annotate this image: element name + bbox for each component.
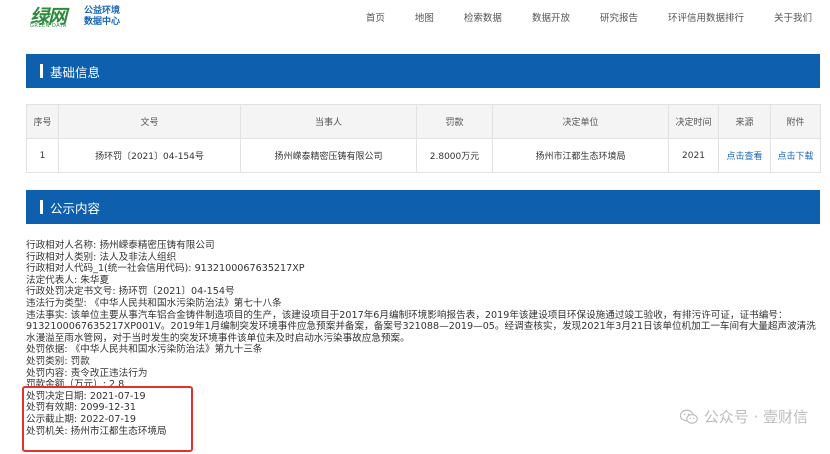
detail-penalty-content: 处罚内容: 责令改正违法行为 — [26, 367, 148, 379]
nav-map[interactable]: 地图 — [415, 10, 434, 24]
penalty-table: 序号 文号 当事人 罚款 决定单位 决定时间 来源 附件 1 扬环罚〔2021〕… — [26, 104, 821, 173]
nav-eia-ranking[interactable]: 环评信用数据排行 — [668, 10, 744, 24]
detail-decision-doc-no: 行政处罚决定书文号: 扬环罚〔2021〕04-154号 — [26, 286, 235, 298]
cell-index: 1 — [26, 138, 59, 173]
section-marker — [40, 200, 43, 214]
detail-legal-rep: 法定代表人: 朱华夏 — [26, 274, 110, 286]
watermark: 公众号 · 壹财信 — [679, 406, 808, 427]
cell-authority: 扬州市江都生态环境局 — [492, 138, 669, 173]
nav-about[interactable]: 关于我们 — [774, 10, 812, 24]
col-header-source: 来源 — [718, 104, 771, 139]
highlight-box — [22, 386, 193, 452]
nav-home[interactable]: 首页 — [366, 10, 385, 24]
cell-doc-no: 扬环罚〔2021〕04-154号 — [58, 138, 241, 173]
detail-violation-type: 违法行为类型: 《中华人民共和国水污染防治法》第七十八条 — [26, 297, 282, 309]
cell-fine: 2.8000万元 — [416, 138, 493, 173]
detail-penalty-basis: 处罚依据: 《中华人民共和国水污染防治法》第九十三条 — [26, 344, 263, 356]
watermark-text: 公众号 · 壹财信 — [703, 408, 808, 426]
logo-line-1: 公益环境 — [84, 6, 121, 16]
basic-info-section-header: 基础信息 — [26, 54, 820, 88]
detail-party-type: 行政相对人类别: 法人及非法人组织 — [26, 251, 177, 263]
nav-search-data[interactable]: 检索数据 — [464, 10, 502, 24]
detail-penalty-category: 处罚类别: 罚款 — [26, 355, 90, 367]
cell-date: 2021 — [668, 138, 719, 173]
section-marker — [40, 64, 43, 78]
logo-mark: 绿网 GREEN DATA — [30, 5, 78, 29]
col-header-attachment: 附件 — [770, 104, 821, 139]
col-header-party: 当事人 — [240, 104, 417, 139]
detail-violation-facts: 违法事实: 该单位主要从事汽车铝合金铸件制造项目的生产，该建设项目于2017年6… — [26, 309, 816, 344]
detail-party-name: 行政相对人名称: 扬州嵘泰精密压铸有限公司 — [26, 240, 215, 251]
wechat-icon — [679, 409, 698, 424]
main-nav: 首页 地图 检索数据 数据开放 研究报告 环评信用数据排行 关于我们 — [336, 0, 812, 34]
col-header-fine: 罚款 — [416, 104, 493, 139]
col-header-index: 序号 — [26, 104, 59, 139]
public-content-title: 公示内容 — [50, 200, 101, 216]
col-header-date: 决定时间 — [668, 104, 719, 139]
site-logo[interactable]: 绿网 GREEN DATA 公益环境 数据中心 — [30, 4, 120, 30]
basic-info-title: 基础信息 — [50, 64, 101, 80]
nav-open-data[interactable]: 数据开放 — [532, 10, 570, 24]
table-header-row: 序号 文号 当事人 罚款 决定单位 决定时间 来源 附件 — [26, 104, 821, 139]
logo-line-2: 数据中心 — [84, 17, 121, 27]
cell-party: 扬州嵘泰精密压铸有限公司 — [240, 138, 417, 173]
public-content-section-header: 公示内容 — [26, 190, 820, 224]
table-row: 1 扬环罚〔2021〕04-154号 扬州嵘泰精密压铸有限公司 2.8000万元… — [26, 138, 821, 173]
site-header: 绿网 GREEN DATA 公益环境 数据中心 首页 地图 检索数据 数据开放 … — [0, 0, 830, 34]
logo-sub-text: GREEN DATA — [30, 23, 67, 29]
nav-reports[interactable]: 研究报告 — [600, 10, 638, 24]
view-source-link[interactable]: 点击查看 — [718, 138, 771, 173]
download-attachment-link[interactable]: 点击下载 — [770, 138, 821, 173]
detail-credit-code: 行政相对人代码_1(统一社会信用代码): 91321000676352​17XP — [26, 263, 305, 275]
col-header-doc-no: 文号 — [58, 104, 241, 139]
col-header-authority: 决定单位 — [492, 104, 669, 139]
logo-text: 公益环境 数据中心 — [84, 6, 120, 28]
